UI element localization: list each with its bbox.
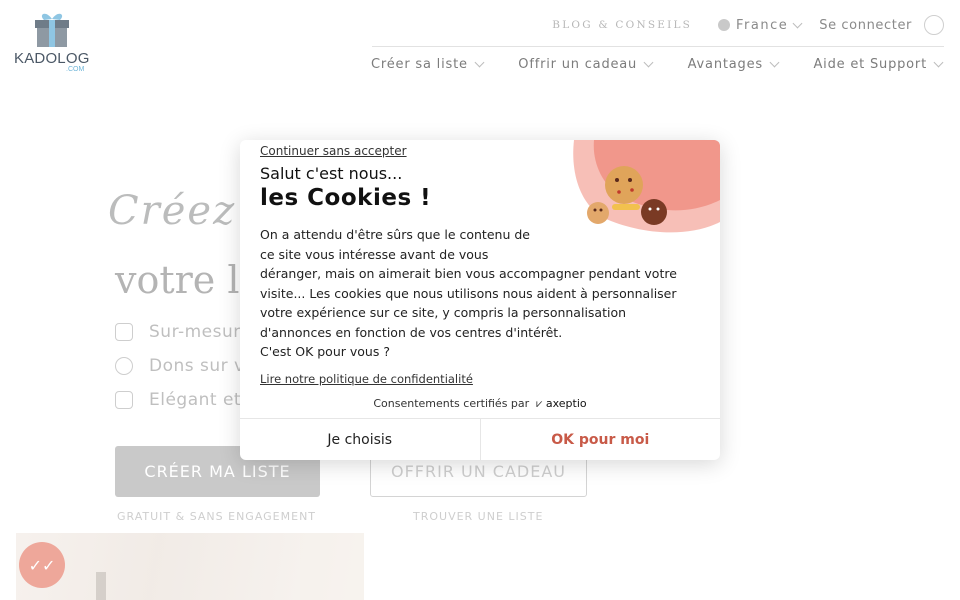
nav-item-create-list[interactable]: Créer sa liste [371,57,485,72]
feature-item: Dons sur v [115,356,245,376]
body-line: d'annonces en fonction de vos centres d'… [260,324,563,340]
cookie-consent-dialog: Continuer sans accepter Salut c'est nous… [240,140,720,460]
body-line: On a attendu d'être sûrs que le contenu … [260,227,530,242]
login-link[interactable]: Se connecter [819,18,912,33]
nav-item-help-support[interactable]: Aide et Support [813,57,944,72]
piggy-bank-icon [115,357,133,375]
cookie-body-text: On a attendu d'être sûrs que le contenu … [260,225,705,362]
nav-item-label: Offrir un cadeau [518,57,638,72]
blog-link[interactable]: BLOG & CONSEILS [552,19,692,31]
feature-label: Sur-mesur [149,322,241,342]
privacy-policy-link[interactable]: Lire notre politique de confidentialité [260,372,473,386]
nav-item-label: Avantages [687,57,763,72]
body-line: visite... Les cookies que nous utilisons… [260,285,677,301]
globe-icon [718,19,731,31]
nav-item-offer-gift[interactable]: Offrir un cadeau [518,57,654,72]
certified-text: Consentements certifiés par [373,397,530,410]
create-list-subtext: GRATUIT & SANS ENGAGEMENT [117,510,317,523]
hero-title: votre li [115,258,252,302]
nav-item-label: Créer sa liste [371,57,468,72]
certified-brand[interactable]: axeptio [546,397,587,410]
nav-item-label: Aide et Support [813,57,927,72]
main-nav: Créer sa liste Offrir un cadeau Avantage… [371,57,944,72]
chevron-down-icon [643,57,654,68]
feature-label: Elégant et [149,390,242,410]
cookie-greeting: Salut c'est nous... [260,164,403,183]
photo-edge [300,533,364,600]
chevron-down-icon [474,57,485,68]
cookie-buttons: Je choisis OK pour moi [240,418,720,460]
find-list-link[interactable]: TROUVER UNE LISTE [413,510,543,523]
cookies-illustration-icon [573,140,720,233]
feature-label: Dons sur v [149,356,245,376]
accept-button[interactable]: OK pour moi [481,419,721,460]
top-bar: BLOG & CONSEILS France Se connecter [552,14,944,36]
tag-icon [115,323,133,341]
choose-button[interactable]: Je choisis [240,419,481,460]
continue-without-accepting-link[interactable]: Continuer sans accepter [260,144,407,158]
axeptio-logo-icon: ⩗ [532,397,543,410]
checkmark-icon: ✓✓ [28,555,56,575]
gift-logo-icon [35,13,69,47]
body-line: votre expérience sur ce site, y compris … [260,305,627,320]
logo-wordmark: KADOLOG [14,50,90,67]
cookie-settings-button[interactable]: ✓✓ [19,542,65,588]
certified-by: Consentements certifiés par ⩗ axeptio [240,397,720,411]
photo-detail [96,572,106,600]
body-line: déranger, mais on aimerait bien vous acc… [260,266,677,281]
body-line: C'est OK pour vous ? [260,344,390,359]
logo-suffix: .COM [66,66,85,73]
country-selector[interactable]: France [718,17,803,33]
hero-script-text: Créez [108,188,237,234]
shopping-bag-icon [115,391,133,409]
cookie-title: les Cookies ! [260,185,432,211]
feature-item: Elégant et [115,390,241,410]
user-icon[interactable] [924,15,944,35]
header-divider [372,46,944,47]
nav-item-advantages[interactable]: Avantages [687,57,780,72]
chevron-down-icon [792,18,803,28]
feature-item: Sur-mesur [115,322,241,342]
body-line: ce site vous intéresse avant de vous [260,246,489,262]
chevron-down-icon [769,57,780,68]
chevron-down-icon [933,57,944,68]
site-logo[interactable]: KADOLOG .COM [14,10,90,76]
country-label: France [736,17,789,33]
